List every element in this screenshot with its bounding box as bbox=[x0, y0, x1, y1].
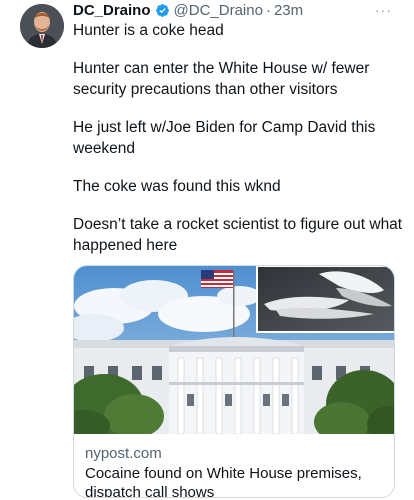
card-image bbox=[74, 266, 394, 434]
link-preview-card[interactable]: nypost.com Cocaine found on White House … bbox=[73, 265, 395, 498]
tweet-paragraph: He just left w/Joe Biden for Camp David … bbox=[73, 119, 376, 157]
tweet-paragraph: The coke was found this wknd bbox=[73, 178, 281, 195]
card-footer: nypost.com Cocaine found on White House … bbox=[85, 444, 385, 498]
card-headline: Cocaine found on White House premises, d… bbox=[85, 465, 362, 498]
white-house-image bbox=[74, 266, 394, 434]
card-domain: nypost.com bbox=[85, 445, 162, 462]
tweet-header: DC_Draino @DC_Draino · 23m bbox=[73, 0, 303, 20]
tweet-paragraph: Hunter is a coke head bbox=[73, 22, 224, 39]
tweet-paragraph: Hunter can enter the White House w/ fewe… bbox=[73, 60, 370, 98]
handle[interactable]: @DC_Draino bbox=[174, 2, 263, 19]
display-name[interactable]: DC_Draino bbox=[73, 2, 151, 19]
verified-badge-icon bbox=[155, 3, 170, 18]
timestamp[interactable]: 23m bbox=[274, 2, 303, 19]
tweet-paragraph: Doesn’t take a rocket scientist to figur… bbox=[73, 216, 403, 254]
avatar[interactable] bbox=[20, 4, 64, 48]
avatar-image bbox=[20, 4, 64, 48]
more-options-icon[interactable]: ··· bbox=[375, 2, 392, 18]
tweet-text: Hunter is a coke head Hunter can enter t… bbox=[73, 20, 403, 273]
separator-dot: · bbox=[265, 1, 271, 19]
